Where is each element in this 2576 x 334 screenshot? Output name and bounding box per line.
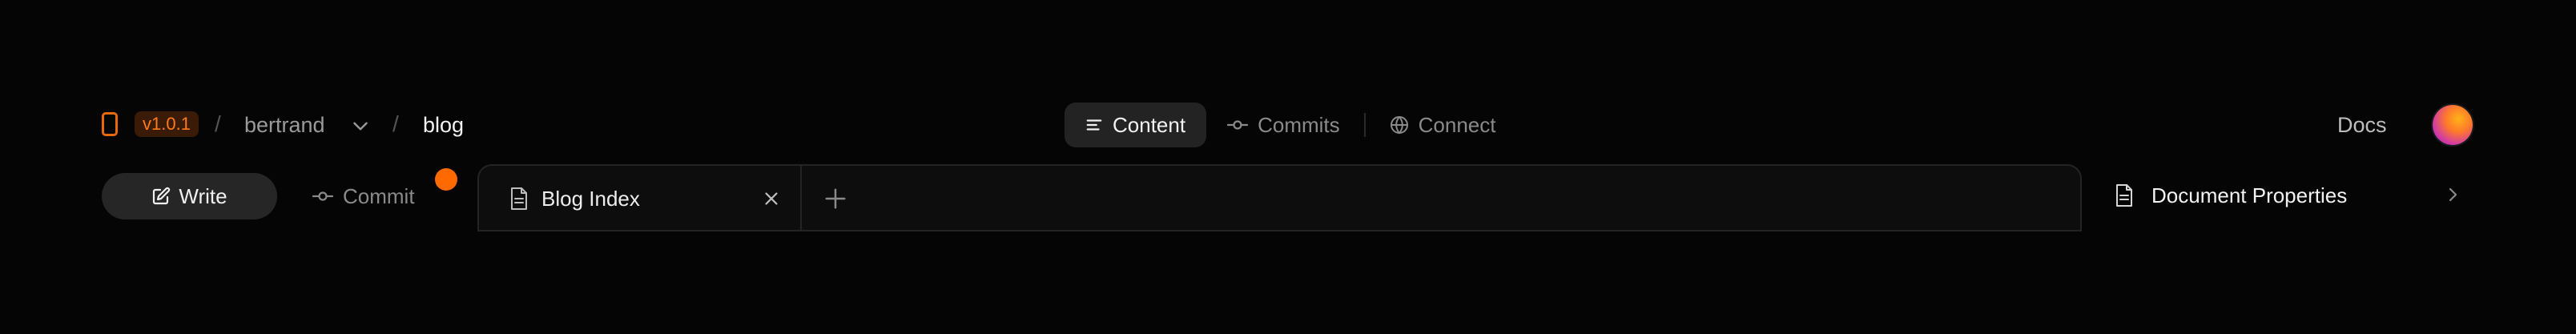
tab-content[interactable]: Content — [1065, 103, 1207, 147]
git-commit-icon — [1227, 120, 1249, 130]
edit-icon — [153, 187, 171, 205]
close-icon[interactable] — [763, 190, 780, 207]
file-text-icon — [2116, 184, 2132, 207]
breadcrumb-separator: / — [392, 111, 399, 136]
main-nav: Content Commits Connect — [1065, 103, 1516, 147]
align-left-icon — [1086, 119, 1102, 131]
tab-connect-label: Connect — [1418, 112, 1496, 137]
version-badge: v1.0.1 — [135, 111, 199, 137]
write-button-label: Write — [179, 183, 227, 208]
top-bar: v1.0.1 / bertrand / blog Content Commits… — [0, 99, 2576, 151]
commit-button-label: Commit — [343, 183, 415, 208]
editor-tab-bar: Blog Index — [477, 164, 2082, 231]
plus-icon[interactable] — [823, 187, 847, 211]
tab-content-label: Content — [1113, 112, 1186, 137]
document-properties-label: Document Properties — [2151, 183, 2348, 207]
tab-connect[interactable]: Connect — [1369, 103, 1517, 147]
editor-toolbar: Write Commit Blog Index Document Propert… — [0, 164, 2576, 231]
editor-tab-label: Blog Index — [541, 187, 640, 211]
editor-tab[interactable]: Blog Index — [479, 166, 802, 231]
commit-button[interactable]: Commit — [312, 173, 415, 219]
breadcrumb-project[interactable]: blog — [423, 111, 464, 139]
tab-commits[interactable]: Commits — [1206, 103, 1361, 147]
tab-commits-label: Commits — [1258, 112, 1340, 137]
write-button[interactable]: Write — [102, 173, 277, 219]
breadcrumb-separator: / — [215, 111, 221, 136]
document-properties-toggle[interactable]: Document Properties — [2115, 177, 2467, 215]
file-text-icon — [511, 187, 527, 210]
breadcrumb-owner[interactable]: bertrand — [244, 111, 325, 139]
chevron-down-icon[interactable] — [350, 115, 371, 136]
app-window: v1.0.1 / bertrand / blog Content Commits… — [0, 0, 2576, 334]
nav-divider — [1363, 113, 1366, 137]
git-commit-icon — [312, 191, 333, 201]
docs-link[interactable]: Docs — [2337, 111, 2387, 139]
chevron-right-icon[interactable] — [2443, 185, 2462, 204]
divider — [477, 230, 2082, 231]
user-avatar[interactable] — [2433, 105, 2473, 145]
globe-icon — [1390, 116, 1408, 135]
notebook-icon[interactable] — [102, 112, 118, 136]
unsaved-changes-indicator — [435, 168, 457, 191]
